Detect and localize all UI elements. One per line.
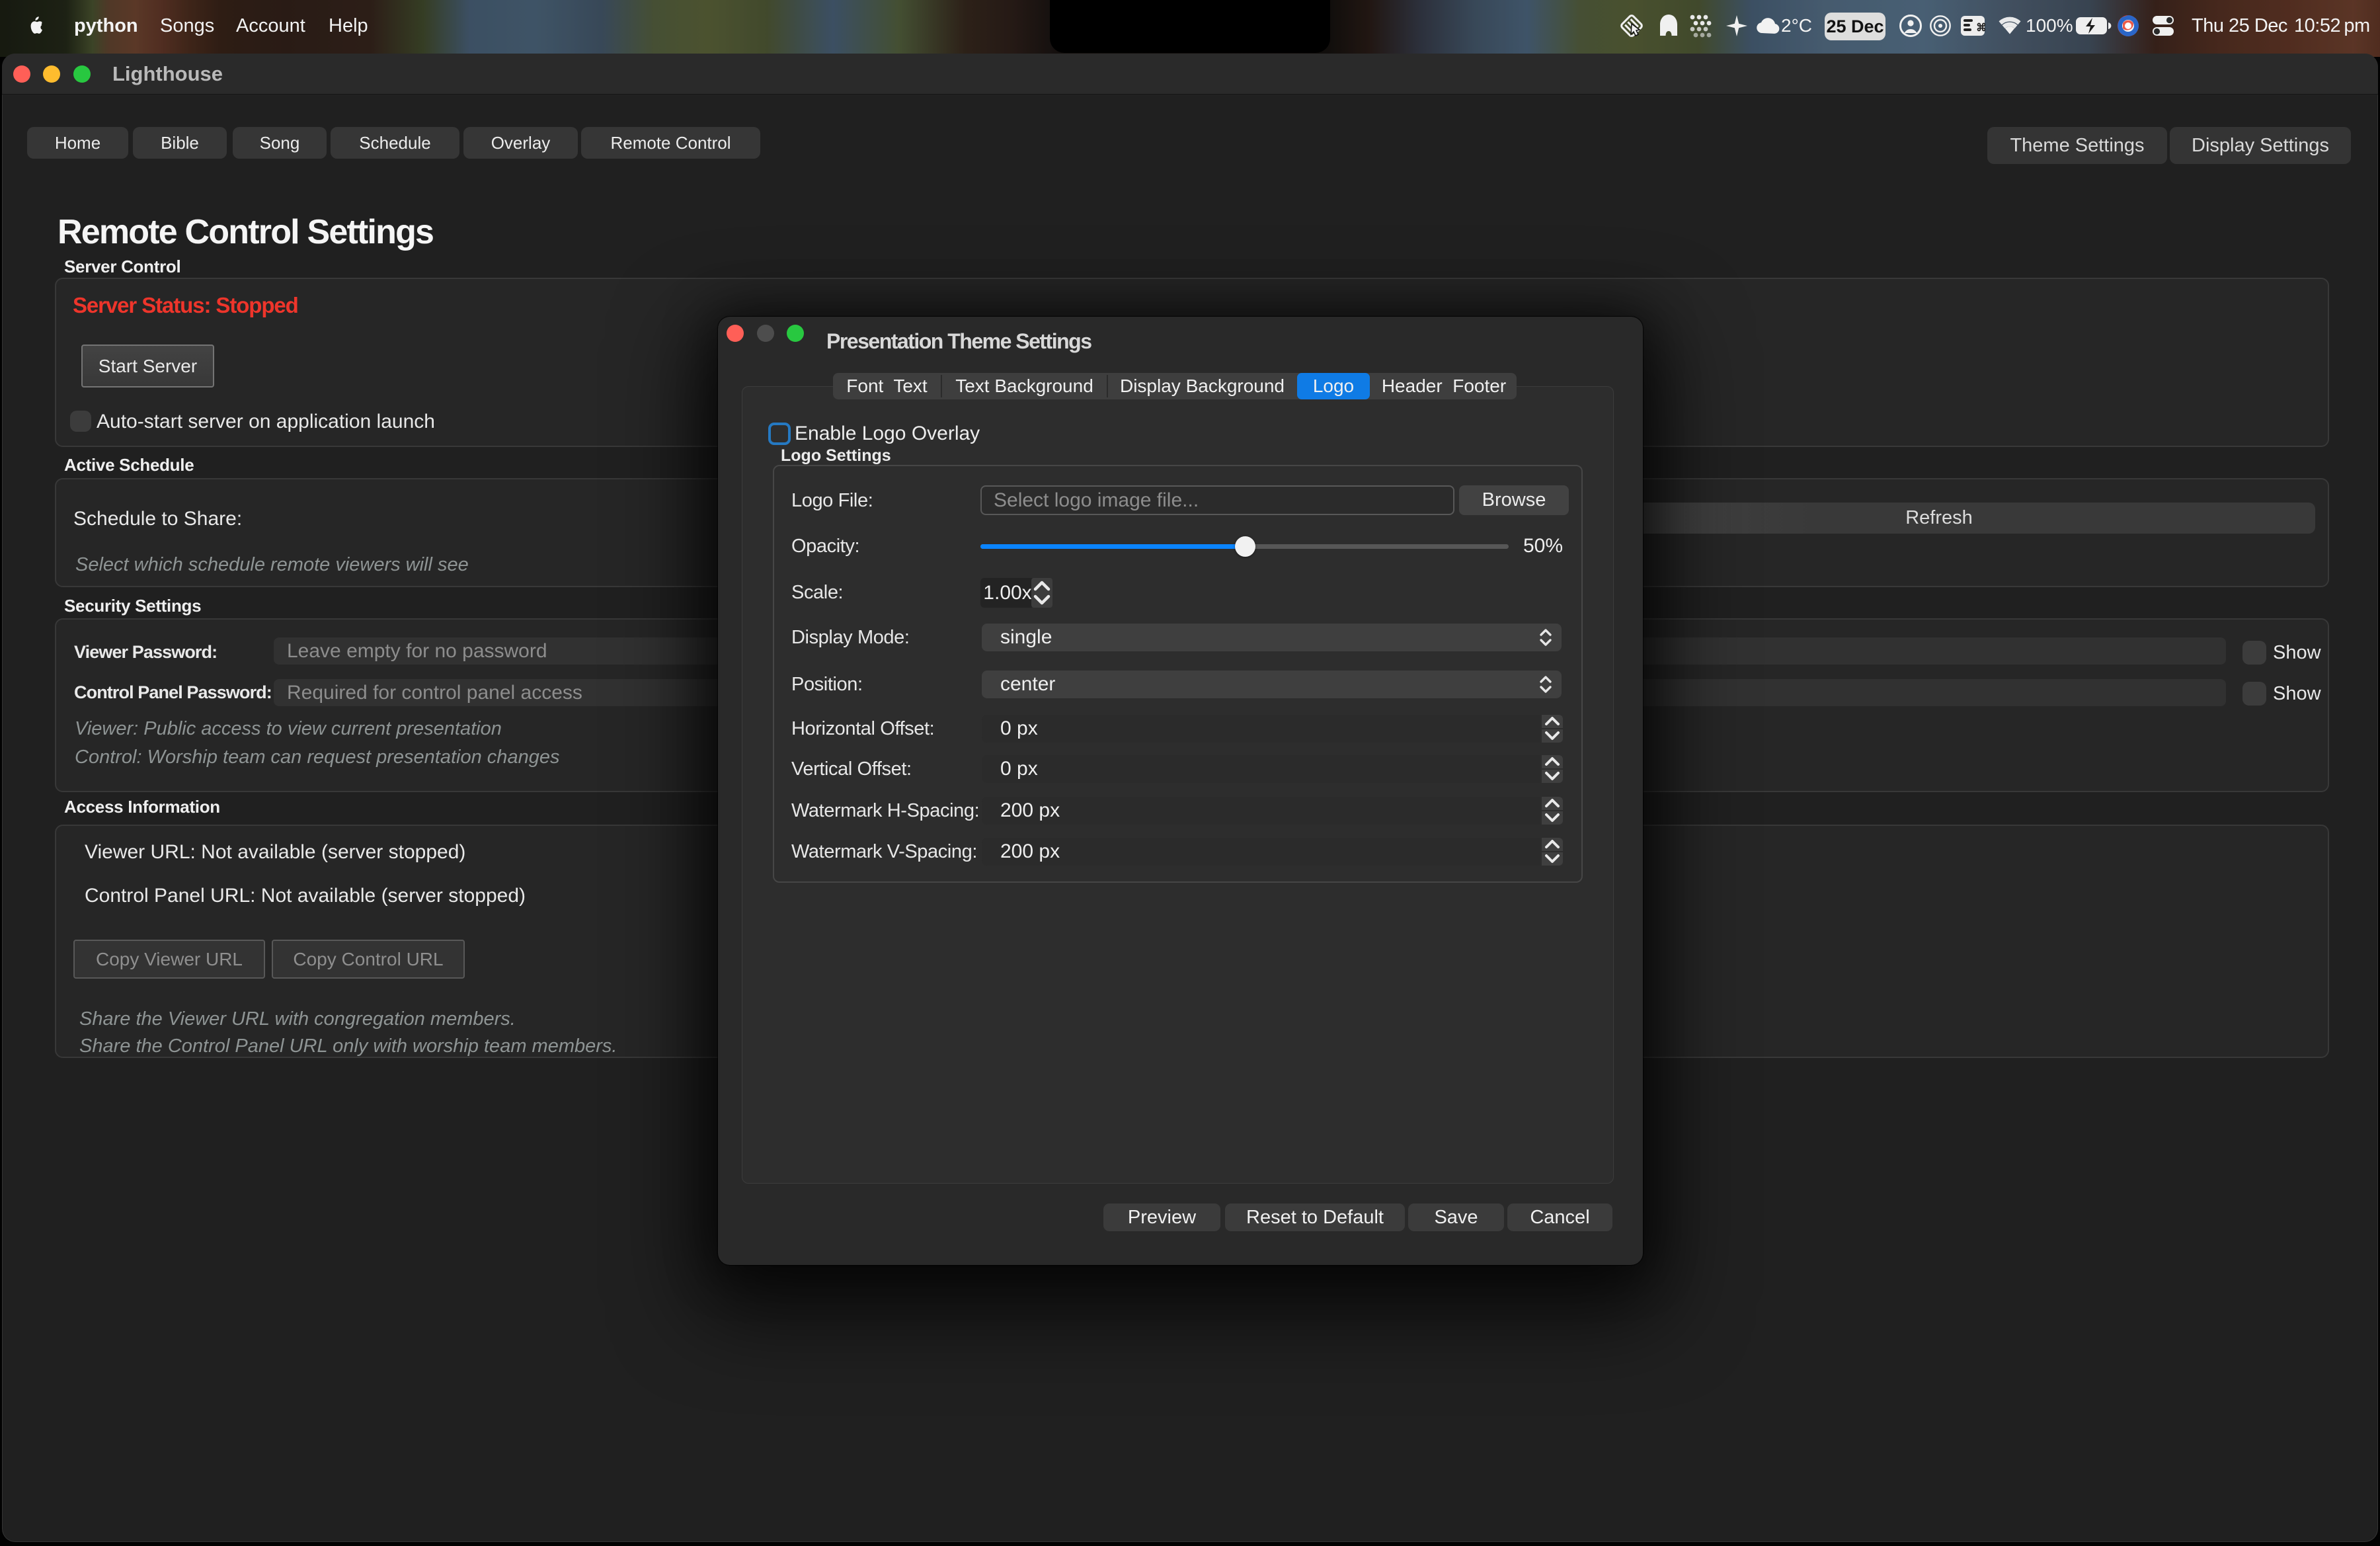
svg-text:⌘: ⌘ (1976, 22, 1985, 34)
